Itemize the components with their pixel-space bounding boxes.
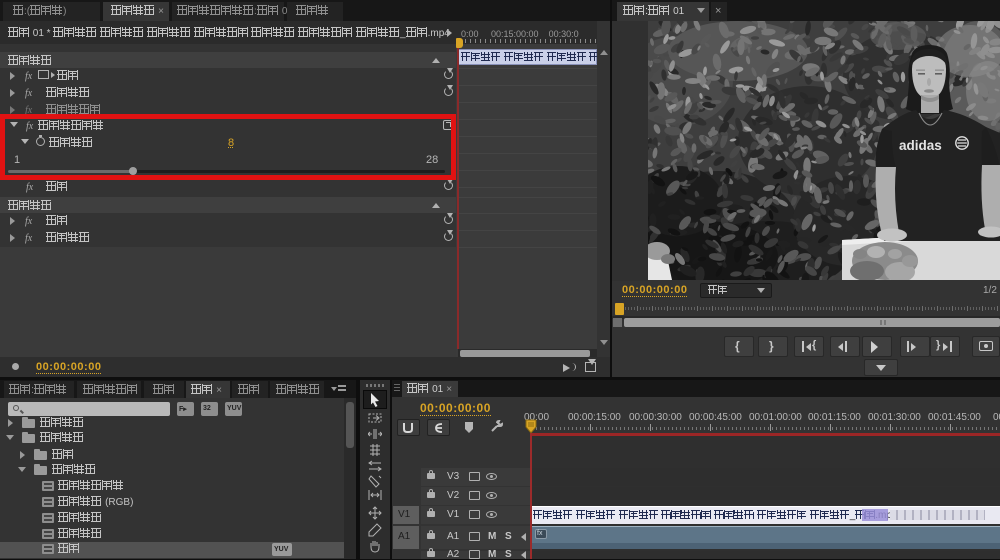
svg-text:adidas: adidas bbox=[899, 138, 942, 153]
